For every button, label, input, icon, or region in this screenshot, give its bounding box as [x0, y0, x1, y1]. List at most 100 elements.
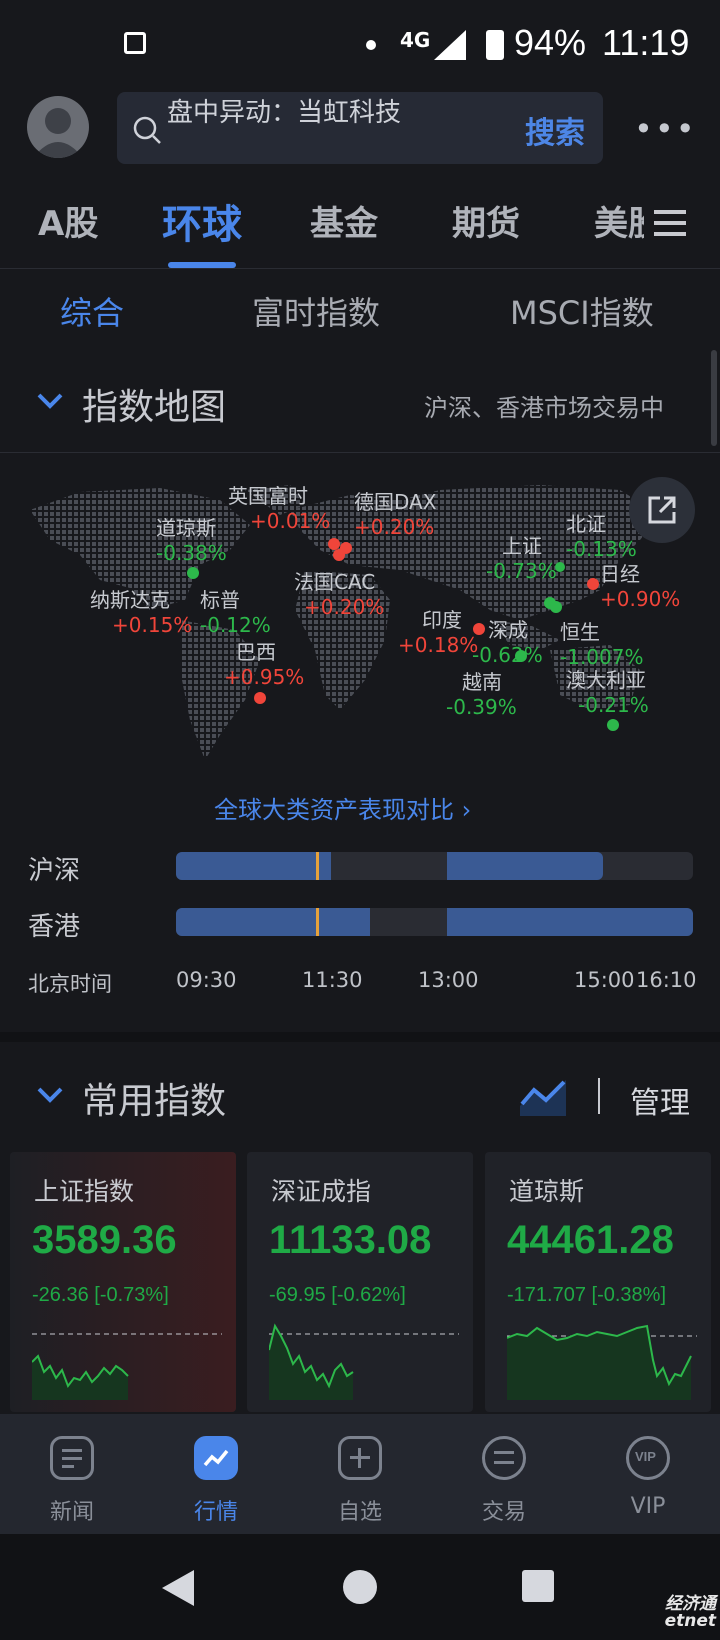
- index-change: -26.36 [-0.73%]: [32, 1284, 169, 1306]
- map-label-hangseng[interactable]: 恒生 -1.007%: [560, 616, 643, 669]
- manage-button[interactable]: 管理: [630, 1078, 690, 1122]
- map-label-name: 澳大利亚: [566, 668, 646, 692]
- nav-label: 交易: [481, 1500, 526, 1525]
- recents-icon[interactable]: [522, 1570, 554, 1602]
- search-input[interactable]: 盘中异动：当虹科技: [167, 92, 401, 129]
- ellipsis-icon: •••: [634, 110, 697, 148]
- map-label-change: +0.20%: [354, 515, 435, 539]
- index-card-shanghai[interactable]: 上证指数 3589.36 -26.36 [-0.73%]: [10, 1152, 236, 1412]
- app-root: 4G 94% 11:19 盘中异动：当虹科技 搜索 ••• A股 环球 基金 期…: [0, 0, 720, 1640]
- map-label-dow[interactable]: 道琼斯 -0.38%: [156, 512, 227, 565]
- map-label-name: 纳斯达克: [90, 588, 170, 612]
- marker-dot-dow[interactable]: [187, 567, 199, 579]
- index-card-dow[interactable]: 道琼斯 44461.28 -171.707 [-0.38%]: [485, 1152, 711, 1412]
- marker-dot-nikkei[interactable]: [587, 578, 599, 590]
- chevron-down-icon[interactable]: [36, 1086, 64, 1104]
- trade-icon: [482, 1436, 526, 1480]
- market-status-note: 沪深、香港市场交易中: [424, 394, 664, 422]
- back-icon[interactable]: [160, 1570, 196, 1606]
- tab-funds[interactable]: 基金: [310, 196, 378, 245]
- subtab-msci[interactable]: MSCI指数: [510, 288, 654, 334]
- timeline-bar-hk: [176, 908, 693, 936]
- nav-label: 行情: [193, 1500, 238, 1525]
- signal-icon: [434, 30, 466, 60]
- map-label-change: +0.01%: [250, 509, 331, 533]
- map-label-nikkei[interactable]: 日经 +0.90%: [600, 558, 680, 611]
- map-label-vietnam[interactable]: 越南 -0.39%: [446, 666, 517, 719]
- marker-dot-brazil[interactable]: [254, 692, 266, 704]
- map-label-name: 德国DAX: [354, 490, 437, 514]
- market-icon: [194, 1436, 238, 1480]
- map-label-name: 日经: [600, 562, 640, 586]
- news-icon: [50, 1436, 94, 1480]
- current-time-marker: [316, 908, 319, 936]
- map-label-shanghai[interactable]: 上证 -0.73%: [486, 530, 557, 583]
- map-label-shenzhen[interactable]: 深成 -0.62%: [472, 614, 543, 667]
- marker-dot-australia[interactable]: [607, 719, 619, 731]
- session-afternoon: [447, 908, 693, 936]
- session-morning: [176, 852, 331, 880]
- map-label-change: -0.21%: [578, 693, 649, 717]
- nav-vip[interactable]: VIP VIP: [576, 1414, 720, 1534]
- map-label-brazil[interactable]: 巴西 +0.95%: [224, 636, 304, 689]
- search-button[interactable]: 搜索: [525, 108, 585, 152]
- map-label-beijing[interactable]: 北证 -0.13%: [566, 508, 637, 561]
- map-label-change: +0.18%: [398, 633, 479, 657]
- tab-global[interactable]: 环球: [162, 192, 242, 250]
- tab-futures[interactable]: 期货: [452, 196, 520, 245]
- index-name: 上证指数: [34, 1177, 135, 1206]
- map-label-change: +0.95%: [224, 665, 305, 689]
- more-menu-button[interactable]: •••: [634, 110, 697, 148]
- map-label-change: -0.39%: [446, 695, 517, 719]
- map-label-dax[interactable]: 德国DAX +0.20%: [354, 486, 436, 539]
- dot-icon: [366, 40, 376, 50]
- nav-label: 新闻: [49, 1500, 94, 1525]
- nav-market[interactable]: 行情: [144, 1414, 288, 1534]
- vip-icon: VIP: [626, 1436, 670, 1480]
- subtab-overview[interactable]: 综合: [60, 288, 124, 334]
- map-label-name: 标普: [200, 588, 240, 612]
- map-label-sp500[interactable]: 标普 -0.12%: [200, 584, 271, 637]
- divider: [0, 268, 720, 269]
- map-section-title: 指数地图: [82, 387, 227, 428]
- nav-watchlist[interactable]: 自选: [288, 1414, 432, 1534]
- marker-dot-shenzhen[interactable]: [550, 601, 562, 613]
- map-label-australia[interactable]: 澳大利亚 -0.21%: [566, 664, 649, 717]
- battery-icon: [486, 30, 504, 60]
- index-value: 11133.08: [269, 1218, 432, 1262]
- avatar[interactable]: [27, 96, 89, 158]
- watermark-logo: 经济通 etnet: [664, 1594, 716, 1631]
- sparkline: [269, 1323, 459, 1400]
- tab-a-shares[interactable]: A股: [38, 196, 98, 245]
- marker-dot-cac[interactable]: [333, 549, 345, 561]
- home-icon[interactable]: [343, 1570, 377, 1604]
- index-name: 道琼斯: [509, 1177, 585, 1206]
- divider: [598, 1078, 600, 1114]
- map-label-name: 道琼斯: [156, 516, 216, 540]
- tick-label: 15:00: [574, 968, 635, 992]
- tab-menu-button[interactable]: [650, 206, 690, 240]
- asset-compare-link[interactable]: 全球大类资产表现对比 ›: [214, 790, 471, 825]
- hamburger-icon: [654, 210, 686, 236]
- map-label-cac[interactable]: 法国CAC +0.20%: [294, 566, 384, 619]
- index-change: -171.707 [-0.38%]: [507, 1284, 666, 1306]
- share-button[interactable]: [629, 477, 695, 543]
- nav-trade[interactable]: 交易: [432, 1414, 576, 1534]
- map-label-change: -0.38%: [156, 541, 227, 565]
- subtab-ftse[interactable]: 富时指数: [252, 288, 380, 334]
- map-label-change: -0.62%: [472, 643, 543, 667]
- map-label-india[interactable]: 印度 +0.18%: [398, 604, 478, 657]
- line-chart-icon[interactable]: [520, 1076, 566, 1116]
- search-bar[interactable]: 盘中异动：当虹科技 搜索: [117, 92, 603, 164]
- index-card-shenzhen[interactable]: 深证成指 11133.08 -69.95 [-0.62%]: [247, 1152, 473, 1412]
- chevron-down-icon[interactable]: [36, 392, 64, 410]
- tick-label: 16:10: [636, 968, 697, 992]
- user-icon: [33, 108, 83, 158]
- tab-us-stocks[interactable]: 美股: [594, 196, 644, 245]
- map-label-change: +0.20%: [304, 595, 385, 619]
- nav-news[interactable]: 新闻: [0, 1414, 144, 1534]
- map-label-nasdaq[interactable]: 纳斯达克 +0.15%: [90, 584, 192, 637]
- sparkline: [507, 1324, 697, 1400]
- map-label-ftse[interactable]: 英国富时 +0.01%: [228, 480, 330, 533]
- map-label-change: +0.90%: [600, 587, 681, 611]
